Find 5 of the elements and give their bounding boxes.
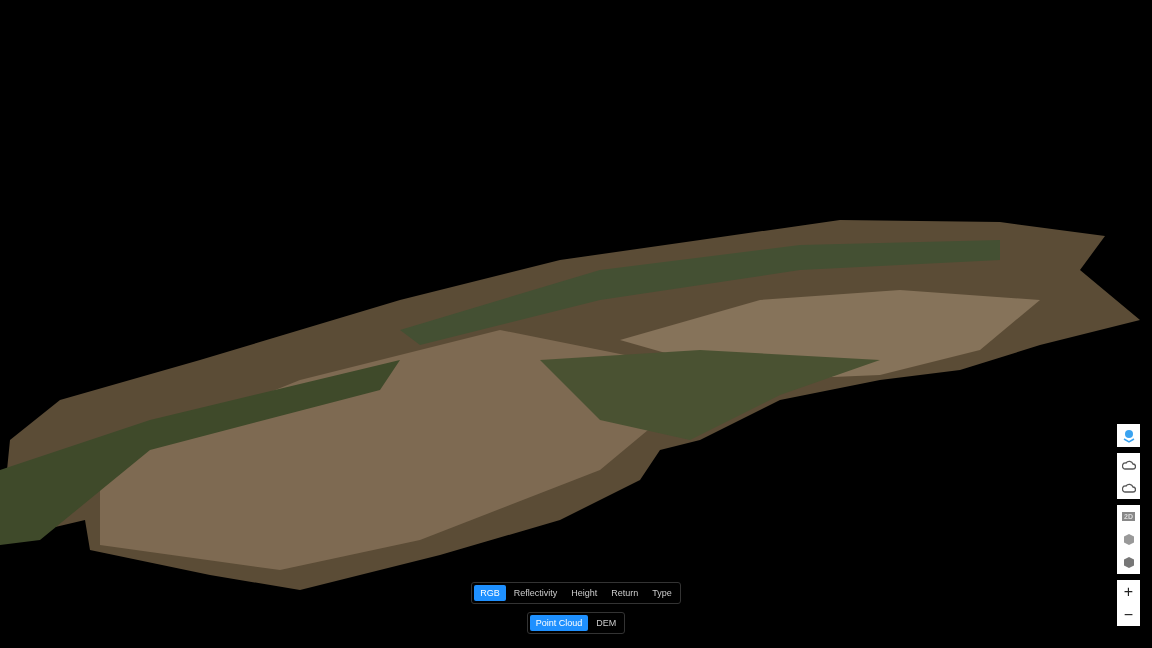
view-mode-tab[interactable]: DEM <box>590 615 623 631</box>
color-mode-tab[interactable]: Return <box>605 585 645 601</box>
color-mode-tab[interactable]: Height <box>565 585 604 601</box>
color-mode-tab[interactable]: Type <box>646 585 678 601</box>
color-mode-tab[interactable]: Reflectivity <box>507 585 564 601</box>
